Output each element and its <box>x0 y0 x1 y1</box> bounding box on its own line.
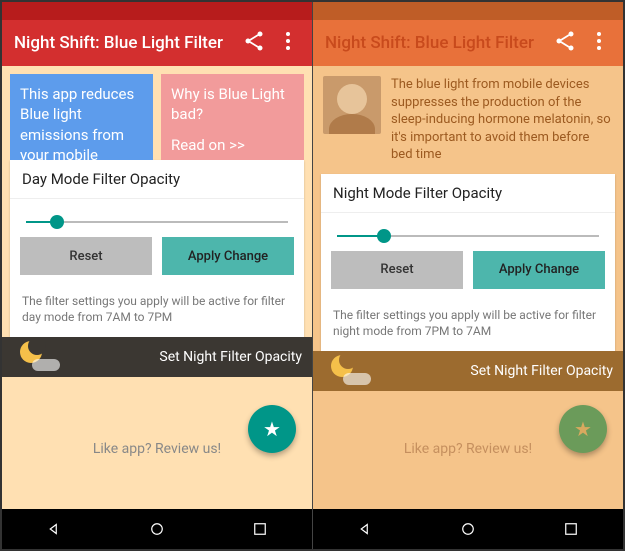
night-filter-label: Set Night Filter Opacity <box>159 349 302 365</box>
opacity-slider[interactable] <box>337 235 599 237</box>
testimonial-card: The blue light from mobile devices suppr… <box>313 66 623 174</box>
opacity-slider[interactable] <box>26 221 288 223</box>
nav-back-button[interactable] <box>44 519 64 539</box>
apply-change-button[interactable]: Apply Change <box>473 251 605 289</box>
testimonial-text: The blue light from mobile devices suppr… <box>391 76 613 164</box>
reset-button[interactable]: Reset <box>20 237 152 275</box>
nav-bar <box>2 509 312 549</box>
status-bar <box>2 2 312 20</box>
nav-recent-button[interactable] <box>561 519 581 539</box>
night-filter-bar[interactable]: Set Night Filter Opacity <box>313 351 623 391</box>
cloud-icon <box>343 373 371 385</box>
info-card-reduces: This app reduces Blue light emissions fr… <box>10 74 153 160</box>
nav-bar <box>313 509 623 549</box>
panel-hint: The filter settings you apply will be ac… <box>10 285 304 337</box>
app-bar: Night Shift: Blue Light Filter <box>2 20 312 66</box>
slider-thumb[interactable] <box>50 215 64 229</box>
opacity-panel: Night Mode Filter Opacity Reset Apply Ch… <box>321 174 615 351</box>
cloud-icon <box>32 359 60 371</box>
review-fab[interactable]: ★ <box>248 405 296 453</box>
overflow-menu-icon[interactable] <box>276 29 300 57</box>
opacity-panel: Day Mode Filter Opacity Reset Apply Chan… <box>10 160 304 337</box>
star-icon: ★ <box>263 417 281 441</box>
app-title: Night Shift: Blue Light Filter <box>325 33 543 53</box>
panel-heading: Day Mode Filter Opacity <box>10 160 304 199</box>
nav-home-button[interactable] <box>458 519 478 539</box>
info-card-text: This app reduces Blue light emissions fr… <box>20 85 134 160</box>
apply-change-button[interactable]: Apply Change <box>162 237 294 275</box>
panel-heading: Night Mode Filter Opacity <box>321 174 615 213</box>
nav-back-button[interactable] <box>355 519 375 539</box>
night-filter-label: Set Night Filter Opacity <box>470 363 613 379</box>
info-card-title: Why is Blue Light bad? <box>171 85 285 123</box>
overflow-menu-icon[interactable] <box>587 29 611 57</box>
status-bar <box>313 2 623 20</box>
app-title: Night Shift: Blue Light Filter <box>14 33 232 53</box>
share-icon[interactable] <box>242 29 266 57</box>
nav-recent-button[interactable] <box>250 519 270 539</box>
testimonial-avatar <box>323 76 381 134</box>
star-icon: ★ <box>574 417 592 441</box>
read-on-link[interactable]: Read on >> <box>171 135 294 155</box>
review-fab[interactable]: ★ <box>559 405 607 453</box>
panel-hint: The filter settings you apply will be ac… <box>321 299 615 351</box>
slider-thumb[interactable] <box>377 229 391 243</box>
night-filter-bar[interactable]: Set Night Filter Opacity <box>2 337 312 377</box>
nav-home-button[interactable] <box>147 519 167 539</box>
share-icon[interactable] <box>553 29 577 57</box>
reset-button[interactable]: Reset <box>331 251 463 289</box>
app-bar: Night Shift: Blue Light Filter <box>313 20 623 66</box>
info-card-why[interactable]: Why is Blue Light bad? Read on >> <box>161 74 304 160</box>
